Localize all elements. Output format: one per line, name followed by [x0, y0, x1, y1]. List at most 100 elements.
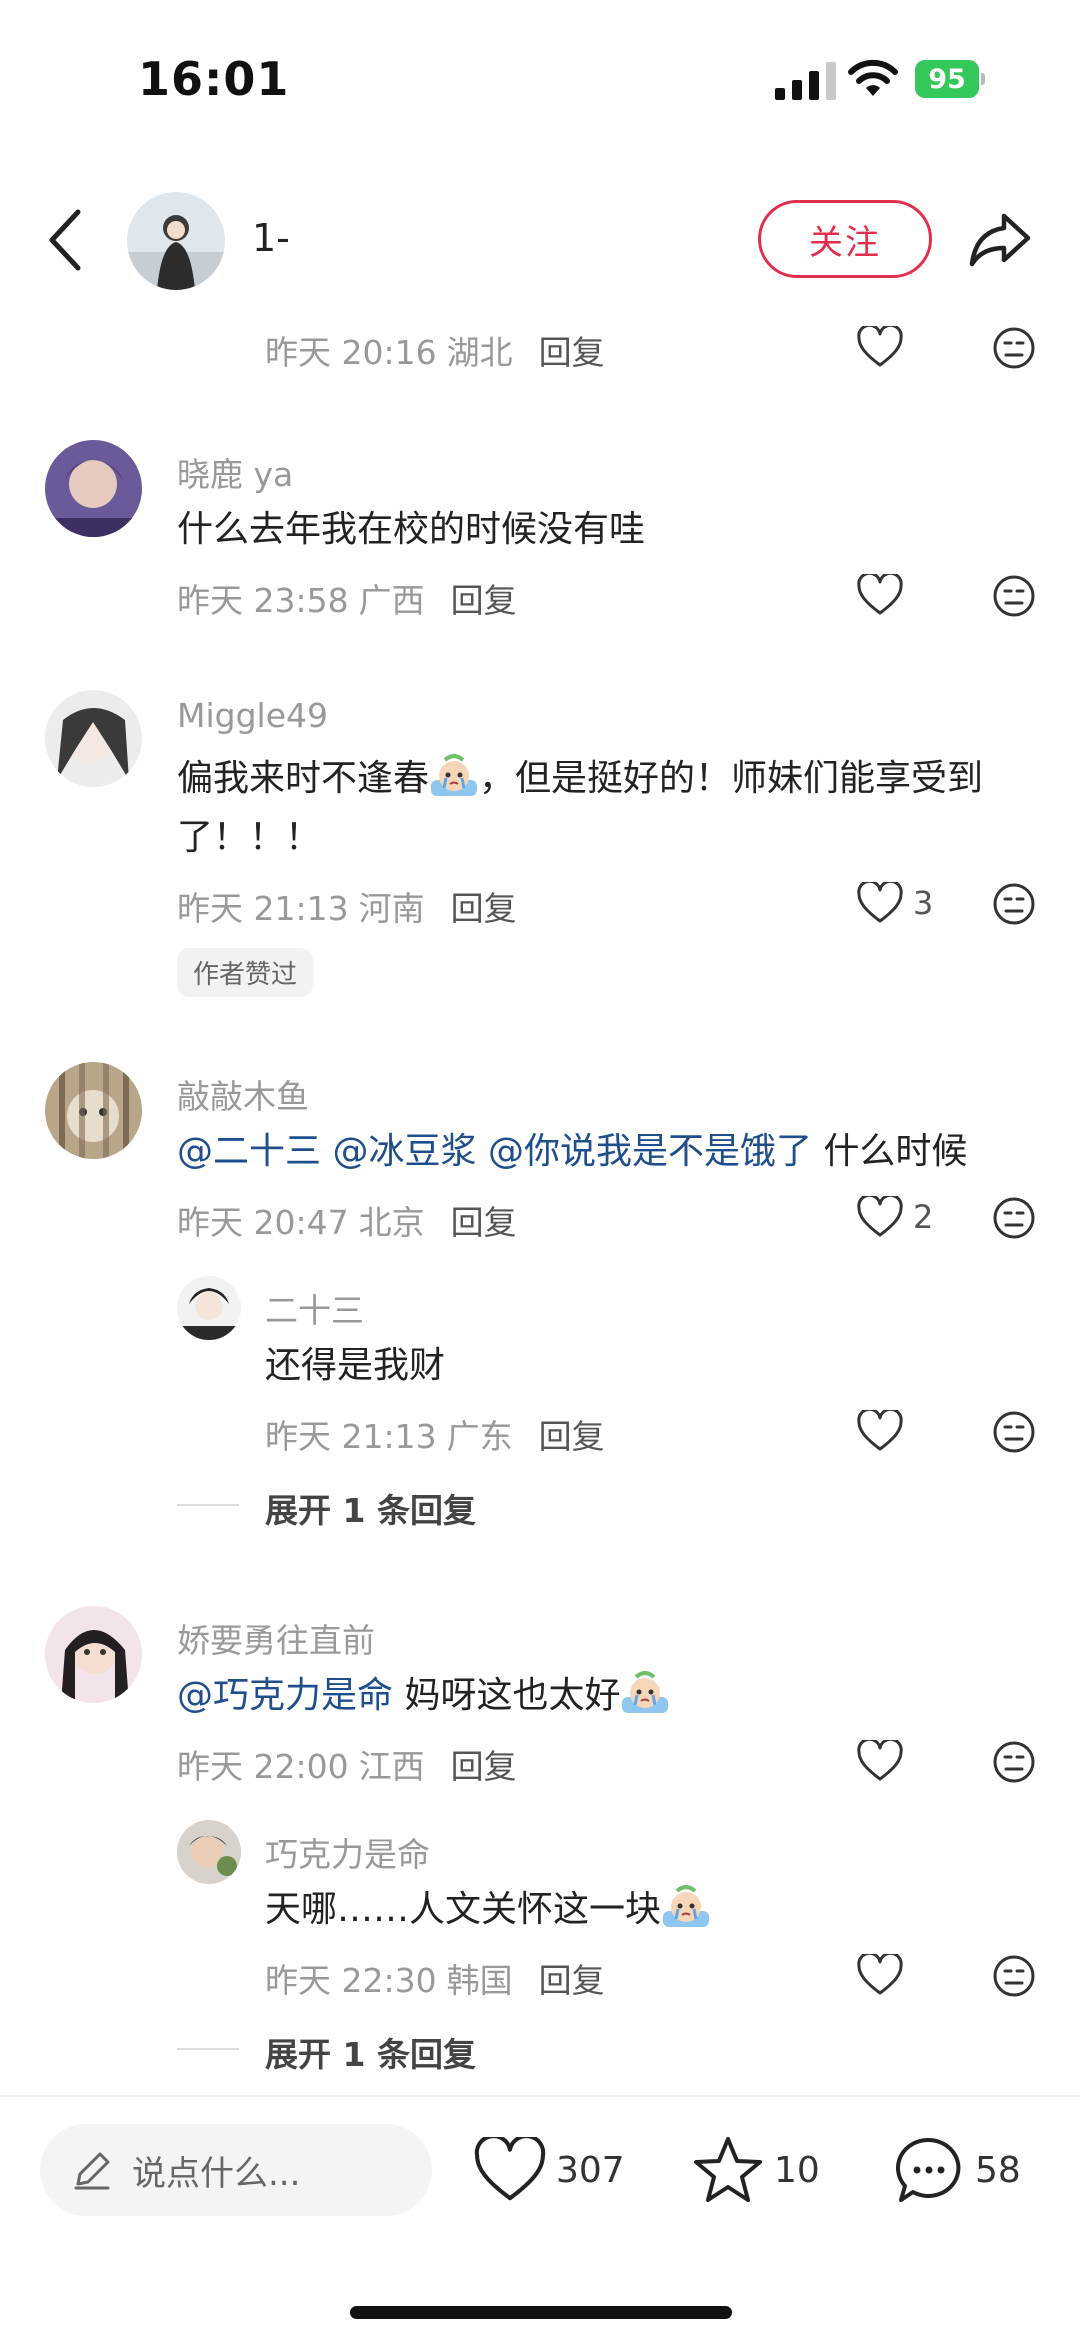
reply-button[interactable]: 回复 [539, 1417, 605, 1456]
reply-text-part: 天哪……人文关怀这一块 [265, 1889, 662, 1930]
comment-username[interactable]: Miggle49 [177, 696, 328, 735]
reply-username[interactable]: 二十三 [265, 1284, 364, 1332]
heart-icon [857, 1410, 903, 1451]
crying-emoji-icon [663, 1885, 710, 1927]
expand-divider [177, 1504, 239, 1506]
dislike-face-icon[interactable] [992, 574, 1036, 618]
like-button[interactable] [857, 1740, 903, 1782]
reply-button[interactable]: 回复 [451, 581, 517, 620]
bottom-divider [0, 2095, 1080, 2097]
expand-divider [177, 2048, 239, 2050]
author-liked-badge: 作者赞过 [177, 948, 314, 997]
reply-meta: 昨天 21:13 广东 回复 [265, 1410, 605, 1458]
like-button[interactable] [857, 1410, 903, 1452]
expand-replies-button[interactable]: 展开 1 条回复 [265, 1484, 476, 1532]
comment-time: 昨天 20:16 [265, 333, 437, 372]
like-button[interactable]: 2 [857, 1196, 933, 1238]
status-time: 16:01 [138, 52, 290, 106]
crying-emoji-icon [431, 754, 478, 796]
reply-button[interactable]: 回复 [539, 1961, 605, 2000]
heart-icon [857, 1954, 903, 1995]
reply-button[interactable]: 回复 [451, 1747, 517, 1786]
avatar[interactable] [45, 1606, 142, 1703]
comment-text-line2: 了！！！ [177, 817, 322, 858]
comment-location: 北京 [358, 1203, 425, 1242]
crying-emoji-icon [622, 1671, 669, 1713]
dislike-face-icon[interactable] [992, 1740, 1036, 1784]
comment-text-part: 妈呀这也太好 [393, 1675, 621, 1716]
avatar[interactable] [45, 1062, 142, 1159]
dislike-face-icon[interactable] [992, 882, 1036, 926]
comment-text-line1: 偏我来时不逢春 ，但是挺好的！师妹们能享受到 [177, 749, 983, 809]
dislike-face-icon[interactable] [992, 1196, 1036, 1240]
comment-time: 昨天 20:47 [177, 1203, 349, 1242]
reply-button[interactable]: 回复 [451, 1203, 517, 1242]
mention-link[interactable]: @冰豆浆 [332, 1131, 476, 1172]
comment-username[interactable]: 敲敲木鱼 [177, 1070, 309, 1118]
post-collect-count: 10 [774, 2149, 820, 2191]
comment-time: 昨天 23:58 [177, 581, 349, 620]
avatar[interactable] [45, 690, 142, 787]
reply-location: 韩国 [446, 1961, 513, 2000]
like-button[interactable] [857, 1954, 903, 1996]
follow-button[interactable]: 关注 [758, 200, 932, 278]
comment-location: 河南 [358, 889, 425, 928]
comment-bubble-icon [895, 2137, 961, 2202]
pencil-icon [74, 2152, 110, 2190]
signal-icon [775, 62, 836, 100]
author-name[interactable]: 1- [252, 216, 290, 260]
comment-input[interactable]: 说点什么... [40, 2124, 432, 2216]
heart-icon [857, 1196, 903, 1237]
mention-link[interactable]: @你说我是不是饿了 [488, 1131, 812, 1172]
comment-text-part: 偏我来时不逢春 [177, 758, 430, 799]
battery-indicator: 95 [915, 60, 985, 98]
reply-time: 昨天 21:13 [265, 1417, 437, 1456]
reply-button[interactable]: 回复 [539, 333, 605, 372]
like-button[interactable] [857, 574, 903, 616]
expand-replies-button[interactable]: 展开 1 条回复 [265, 2028, 476, 2076]
back-icon[interactable] [42, 206, 90, 274]
post-like-button[interactable]: 307 [474, 2130, 625, 2210]
comment-username[interactable]: 晓鹿 ya [177, 448, 293, 496]
reply-time: 昨天 22:30 [265, 1961, 437, 2000]
reply-location: 广东 [446, 1417, 513, 1456]
dislike-face-icon[interactable] [992, 326, 1036, 370]
wifi-icon [848, 59, 898, 96]
star-icon [694, 2137, 762, 2202]
comment-text: 什么去年我在校的时候没有哇 [177, 509, 646, 550]
heart-icon [857, 326, 903, 367]
dislike-face-icon[interactable] [992, 1954, 1036, 1998]
like-count: 2 [913, 1198, 934, 1236]
home-indicator[interactable] [350, 2306, 732, 2319]
like-button[interactable] [857, 326, 903, 368]
like-button[interactable]: 3 [857, 882, 933, 924]
reply-avatar[interactable] [177, 1820, 241, 1884]
comment-username[interactable]: 娇要勇往直前 [177, 1614, 375, 1662]
heart-icon [857, 574, 903, 615]
dislike-face-icon[interactable] [992, 1410, 1036, 1454]
mention-link[interactable]: @二十三 [177, 1131, 321, 1172]
reply-avatar[interactable] [177, 1276, 241, 1340]
heart-icon [857, 1740, 903, 1781]
heart-icon [474, 2137, 546, 2201]
reply-text: 还得是我财 [265, 1345, 446, 1386]
post-comment-button[interactable]: 58 [893, 2130, 1021, 2210]
avatar[interactable] [45, 440, 142, 537]
author-avatar[interactable] [127, 192, 225, 290]
battery-level: 95 [915, 60, 979, 98]
comment-location: 湖北 [446, 333, 513, 372]
comment-meta: 昨天 20:47 北京 回复 [177, 1196, 517, 1244]
comment-time: 昨天 21:13 [177, 889, 349, 928]
comment-meta: 昨天 22:00 江西 回复 [177, 1740, 517, 1788]
comment-text: @巧克力是命 妈呀这也太好 [177, 1666, 670, 1726]
reply-username[interactable]: 巧克力是命 [265, 1828, 430, 1876]
comment-time: 昨天 22:00 [177, 1747, 349, 1786]
reply-button[interactable]: 回复 [451, 889, 517, 928]
comment-text-part: 什么时候 [811, 1131, 968, 1172]
post-collect-button[interactable]: 10 [692, 2130, 820, 2210]
battery-tip [981, 73, 985, 85]
share-icon[interactable] [968, 210, 1032, 270]
mention-link[interactable]: @巧克力是命 [177, 1675, 393, 1716]
like-count: 3 [913, 884, 934, 922]
reply-text: 天哪……人文关怀这一块 [265, 1880, 711, 1940]
